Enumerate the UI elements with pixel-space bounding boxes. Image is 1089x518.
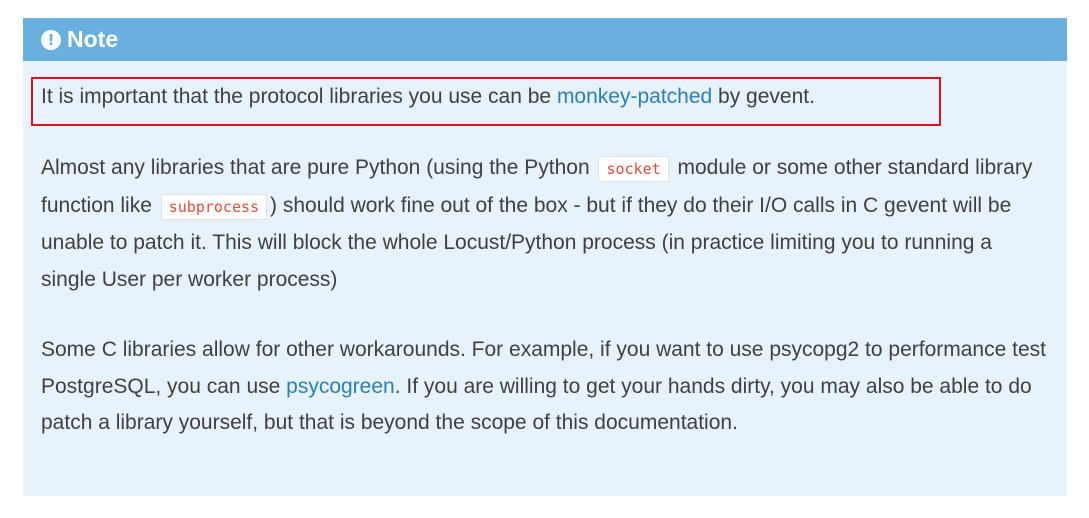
note-title-bar: ! Note [23,18,1067,61]
subprocess-code: subprocess [160,193,268,220]
psycogreen-link[interactable]: psycogreen [286,375,395,398]
p1-text-before: It is important that the protocol librar… [41,85,557,108]
p2-text-1: Almost any libraries that are pure Pytho… [41,156,596,179]
note-paragraph-2: Almost any libraries that are pure Pytho… [41,150,1051,298]
note-title: Note [67,26,119,52]
monkey-patched-link[interactable]: monkey-patched [557,85,712,108]
note-paragraph-1: It is important that the protocol librar… [41,79,815,116]
note-admonition: ! Note It is important that the protocol… [23,18,1067,496]
socket-code: socket [598,156,669,182]
exclamation-circle-icon: ! [41,29,61,50]
note-paragraph-3: Some C libraries allow for other workaro… [41,332,1051,442]
p1-text-after: by gevent. [712,85,815,108]
